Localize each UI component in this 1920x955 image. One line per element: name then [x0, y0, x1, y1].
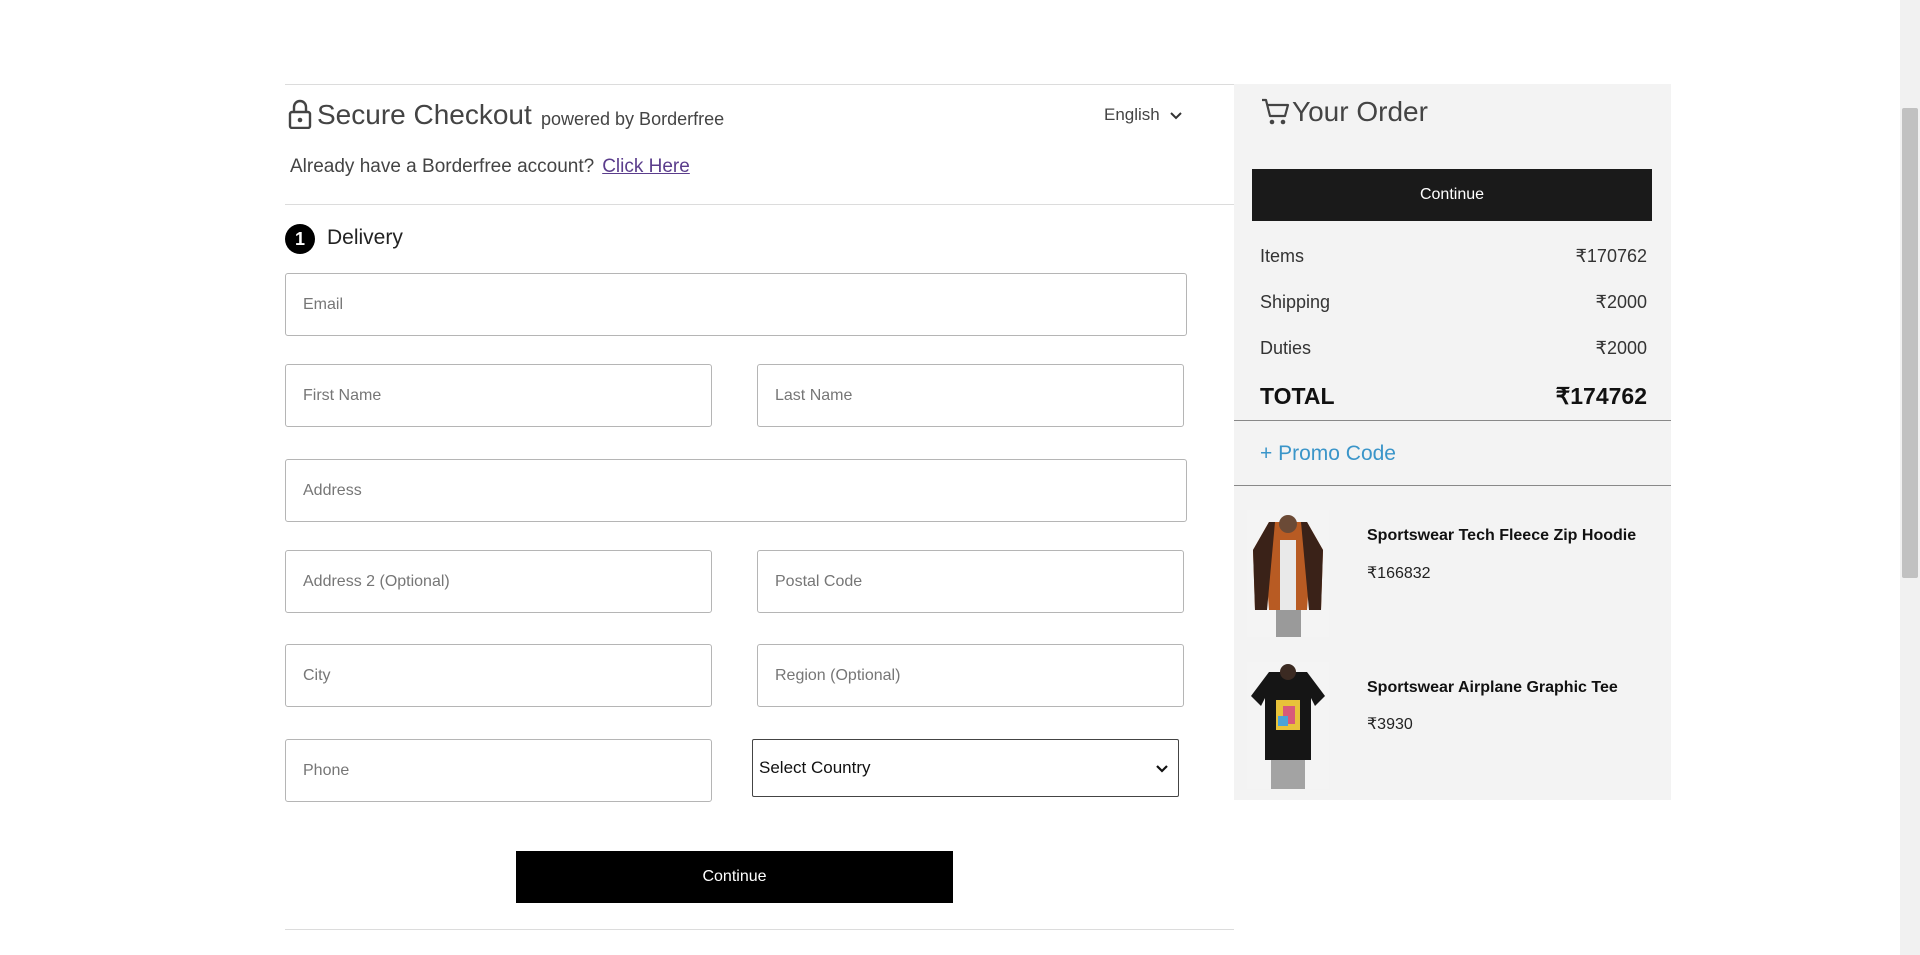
promo-divider [1234, 485, 1671, 486]
country-select[interactable]: Select Country [752, 739, 1179, 797]
product-image-hoodie[interactable] [1247, 510, 1329, 637]
shipping-label: Shipping [1260, 292, 1331, 312]
language-selector[interactable]: English [1104, 105, 1182, 125]
delivery-heading: Delivery [327, 226, 403, 249]
duties-label: Duties [1260, 338, 1312, 358]
items-row: Items ₹170762 [1260, 246, 1647, 267]
duties-row: Duties ₹2000 [1260, 338, 1647, 359]
bottom-divider [285, 929, 1234, 930]
phone-field[interactable] [285, 739, 712, 802]
total-value: ₹174762 [1555, 383, 1647, 409]
order-title: Your Order [1292, 96, 1428, 127]
powered-by-text: powered by Borderfree [541, 109, 725, 129]
total-label: TOTAL [1260, 383, 1335, 409]
email-field[interactable] [285, 273, 1187, 336]
chevron-down-icon [1156, 758, 1168, 778]
product-price-hoodie: ₹166832 [1367, 565, 1431, 582]
product-name-tee: Sportswear Airplane Graphic Tee [1367, 679, 1618, 696]
top-divider [285, 84, 1234, 85]
page-scrollbar-thumb[interactable] [1902, 108, 1918, 578]
order-continue-button[interactable]: Continue [1252, 169, 1652, 221]
delivery-continue-button[interactable]: Continue [516, 851, 953, 903]
account-prompt-text: Already have a Borderfree account? [290, 156, 595, 177]
promo-code-link[interactable]: + Promo Code [1260, 442, 1396, 466]
items-value: ₹170762 [1575, 246, 1647, 266]
order-summary-panel: Your Order Continue Items ₹170762 Shippi… [1234, 84, 1671, 800]
address2-field[interactable] [285, 550, 712, 613]
product-price-tee: ₹3930 [1367, 716, 1413, 733]
shipping-row: Shipping ₹2000 [1260, 292, 1647, 313]
chevron-down-icon [1170, 105, 1182, 125]
country-select-value: Select Country [759, 758, 871, 777]
total-row: TOTAL ₹174762 [1260, 383, 1647, 410]
total-divider [1234, 420, 1671, 421]
step-number-badge: 1 [285, 224, 315, 254]
city-field[interactable] [285, 644, 712, 707]
first-name-field[interactable] [285, 364, 712, 427]
cart-icon [1260, 96, 1290, 131]
region-field[interactable] [757, 644, 1184, 707]
address-field[interactable] [285, 459, 1187, 522]
postal-code-field[interactable] [757, 550, 1184, 613]
lock-icon [288, 99, 312, 134]
click-here-link[interactable]: Click Here [602, 156, 690, 177]
product-name-hoodie: Sportswear Tech Fleece Zip Hoodie [1367, 527, 1637, 544]
items-label: Items [1260, 246, 1305, 266]
last-name-field[interactable] [757, 364, 1184, 427]
account-prompt: Already have a Borderfree account? Click … [290, 156, 690, 178]
duties-value: ₹2000 [1595, 338, 1648, 358]
product-image-tee[interactable] [1247, 662, 1329, 789]
shipping-value: ₹2000 [1595, 292, 1648, 312]
header-divider [285, 204, 1234, 205]
checkout-title: Secure Checkout [317, 99, 532, 130]
language-label: English [1104, 105, 1160, 124]
